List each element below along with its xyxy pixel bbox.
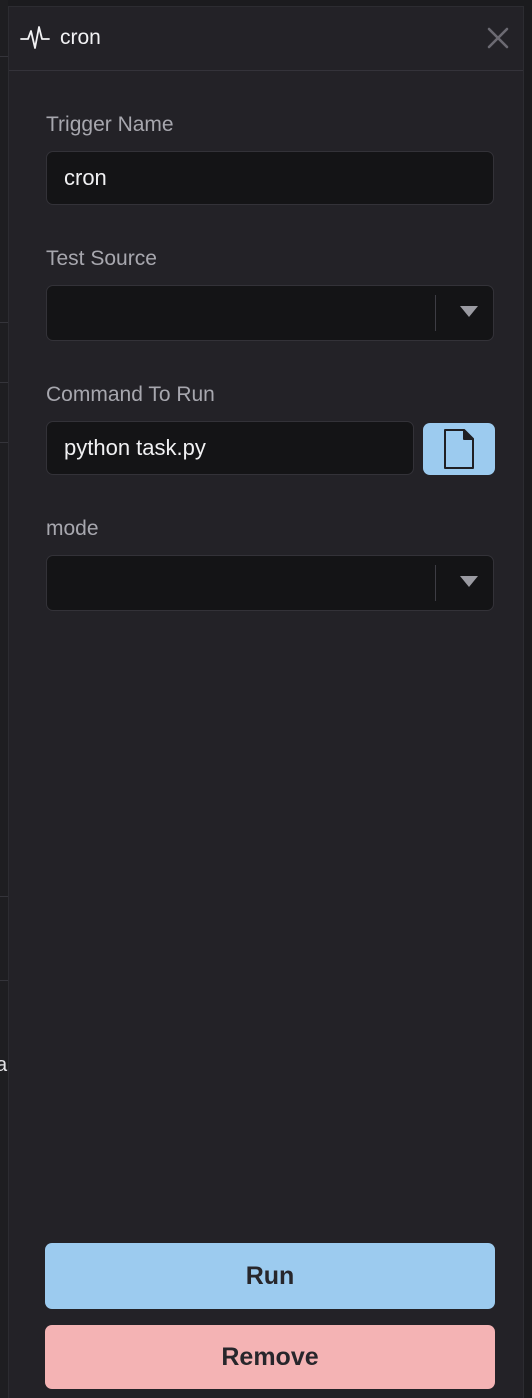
background-divider — [0, 442, 8, 443]
test-source-label: Test Source — [46, 247, 157, 270]
background-app — [0, 0, 8, 1398]
chevron-down-icon — [460, 306, 478, 317]
panel-header: cron — [9, 7, 523, 71]
background-divider — [0, 56, 8, 57]
background-divider — [0, 980, 8, 981]
chevron-down-icon — [460, 576, 478, 587]
test-source-select[interactable] — [46, 285, 494, 341]
background-partial-text: a — [0, 1054, 8, 1076]
trigger-side-panel: cron Trigger Name Test Source Command To… — [8, 6, 524, 1398]
command-label: Command To Run — [46, 383, 215, 406]
command-input[interactable] — [46, 421, 414, 475]
activity-pulse-icon — [20, 23, 50, 53]
close-icon[interactable] — [485, 25, 511, 51]
remove-button[interactable]: Remove — [45, 1325, 495, 1389]
background-divider — [0, 322, 8, 323]
trigger-name-label: Trigger Name — [46, 113, 174, 136]
mode-label: mode — [46, 517, 99, 540]
mode-select[interactable] — [46, 555, 494, 611]
select-divider — [435, 565, 436, 601]
select-divider — [435, 295, 436, 331]
trigger-name-input[interactable] — [46, 151, 494, 205]
run-button[interactable]: Run — [45, 1243, 495, 1309]
background-divider — [0, 896, 8, 897]
panel-title: cron — [60, 26, 101, 49]
background-divider — [0, 382, 8, 383]
file-picker-button[interactable] — [423, 423, 495, 475]
